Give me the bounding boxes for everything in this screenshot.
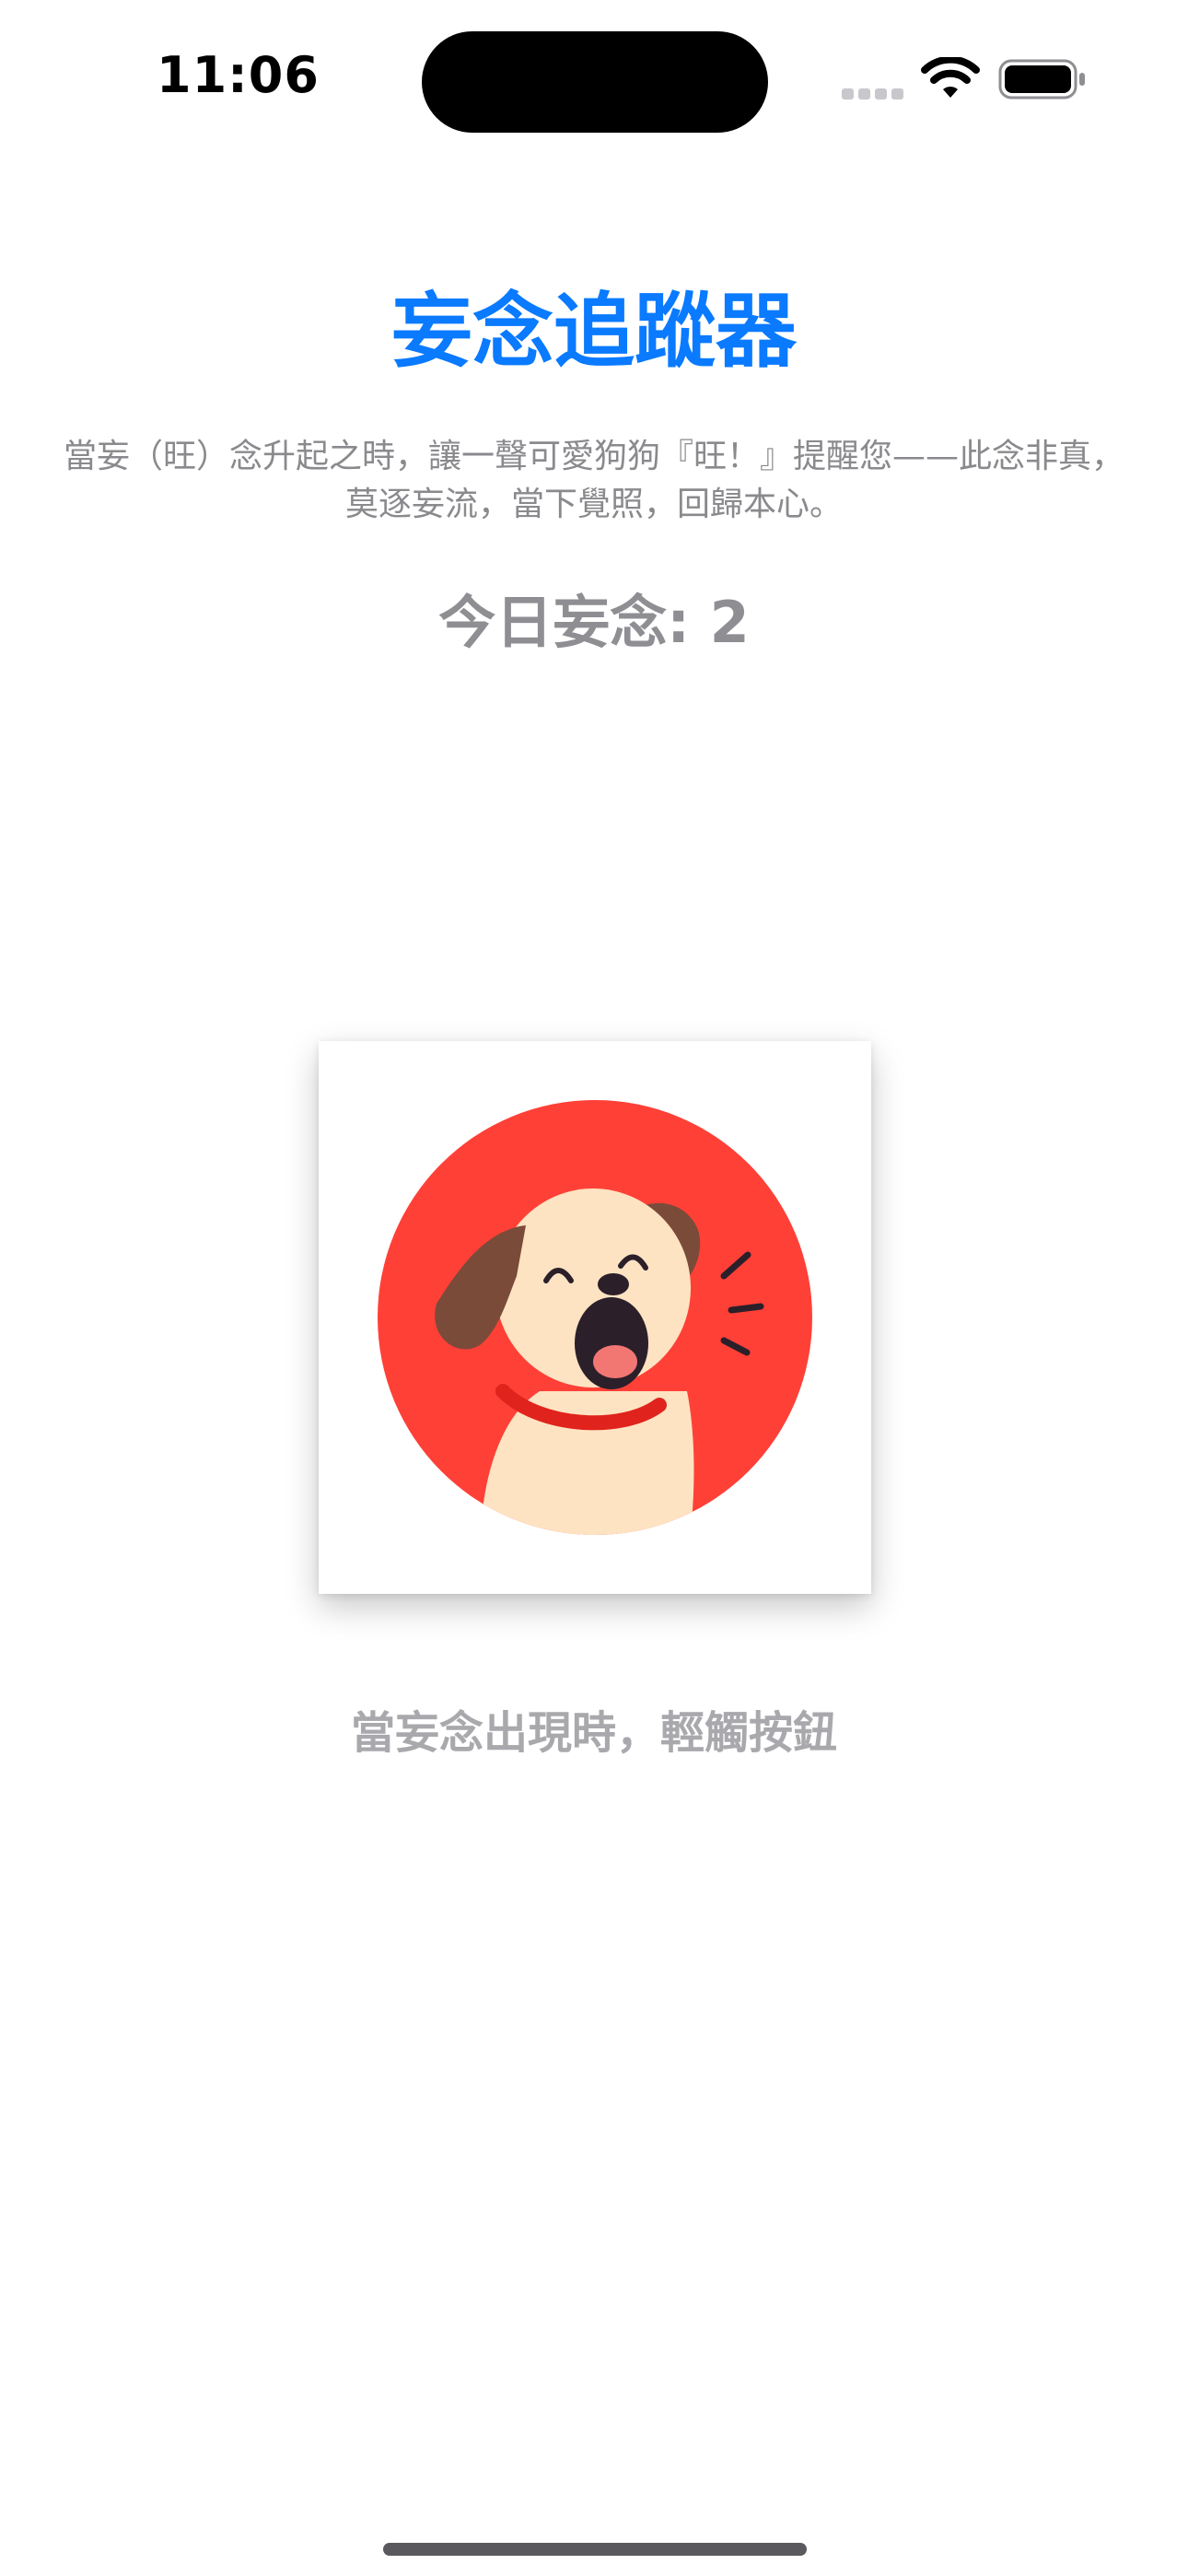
status-time: 11:06 (157, 46, 320, 104)
daily-thought-count: 今日妄念: 2 (438, 589, 750, 656)
app-description: 當妄（旺）念升起之時，讓一聲可愛狗狗『旺！』提醒您——此念非真，莫逐妄流，當下覺… (63, 438, 1124, 523)
home-indicator[interactable] (383, 2543, 807, 2556)
page-title: 妄念追蹤器 (390, 284, 797, 379)
bark-button[interactable] (319, 1041, 871, 1594)
barking-dog-icon (378, 1100, 812, 1535)
cellular-signal-icon (842, 87, 906, 100)
dynamic-island (422, 31, 768, 133)
battery-icon (998, 59, 1085, 100)
wifi-icon (921, 57, 980, 98)
tap-hint: 當妄念出現時，輕觸按鈕 (350, 1707, 837, 1759)
status-bar: 11:06 (0, 0, 1188, 138)
